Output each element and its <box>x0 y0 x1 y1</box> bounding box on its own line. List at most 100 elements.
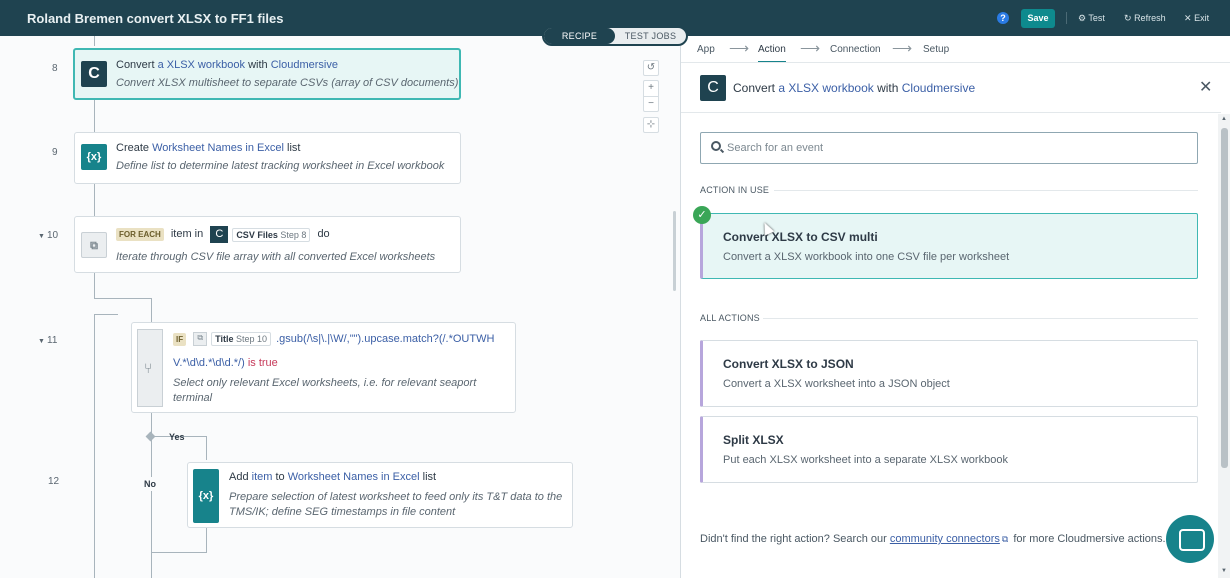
reset-view-icon[interactable]: ↺ <box>643 60 659 76</box>
step-title-text: list <box>283 142 301 154</box>
test-button[interactable]: ⚙ Test <box>1078 13 1105 24</box>
for-each-pill: FOR EACH <box>116 228 164 241</box>
help-icon[interactable]: ? <box>997 12 1009 24</box>
step-10-card[interactable]: ⧉ FOR EACH item in C CSV Files Step 8 do … <box>74 216 461 273</box>
step-number: 10 <box>47 230 59 241</box>
step-title-text: Add <box>229 471 252 483</box>
wizard-step-action[interactable]: Action <box>758 44 786 63</box>
yes-label: Yes <box>169 432 185 442</box>
collapse-caret-icon[interactable]: ▼ <box>38 338 45 345</box>
close-icon[interactable]: ✕ <box>1199 77 1212 97</box>
cloudmersive-logo-icon: C <box>210 226 229 243</box>
divider <box>1066 12 1067 24</box>
step-description: Iterate through CSV file array with all … <box>116 251 436 263</box>
action-card[interactable]: Split XLSX Put each XLSX worksheet into … <box>700 416 1198 483</box>
item-link[interactable]: item <box>252 471 273 483</box>
section-label-all-actions: ALL ACTIONS <box>700 313 760 323</box>
panel-title-text: Convert <box>733 81 779 95</box>
chat-launcher-icon[interactable] <box>1166 515 1214 563</box>
close-icon: ✕ <box>1184 13 1192 23</box>
collapse-caret-icon[interactable]: ▼ <box>38 233 45 240</box>
step-title-text: Create <box>116 142 153 154</box>
wizard-step-connection[interactable]: Connection <box>830 44 881 55</box>
cloudmersive-logo-icon: C <box>700 75 726 101</box>
datapill[interactable]: Title Step 10 <box>211 332 272 346</box>
zoom-out-icon[interactable]: − <box>643 96 659 112</box>
recipe-canvas[interactable]: 8 C Convert a XLSX workbook with Cloudme… <box>0 36 680 578</box>
connector <box>151 298 152 322</box>
step-description: Prepare selection of latest worksheet to… <box>229 491 563 518</box>
loop-icon: ⧉ <box>81 232 107 258</box>
step-title: IF ⧉ Title Step 10 .gsub(/\s|\.|\W/,"").u… <box>173 332 494 346</box>
connector <box>94 273 95 298</box>
step-title-text: Convert <box>116 59 158 71</box>
app-link[interactable]: Cloudmersive <box>902 81 975 95</box>
step-title-text: with <box>245 59 271 71</box>
variable-icon: {x} <box>81 144 107 170</box>
step-title: Convert a XLSX workbook with Cloudmersiv… <box>116 59 338 71</box>
zoom-in-icon[interactable]: + <box>643 80 659 96</box>
community-connectors-link[interactable]: community connectors <box>890 533 1000 545</box>
search-icon <box>711 141 721 151</box>
datapill-name: Title <box>215 334 234 344</box>
canvas-scrollbar[interactable] <box>673 211 676 291</box>
panel-title-text: with <box>873 81 902 95</box>
panel-scrollbar[interactable]: ▲ ▼ <box>1218 114 1230 578</box>
recipe-title: Roland Bremen convert XLSX to FF1 files <box>27 11 284 26</box>
refresh-button[interactable]: ↻ Refresh <box>1124 13 1166 24</box>
action-card[interactable]: Convert XLSX to JSON Convert a XLSX work… <box>700 340 1198 407</box>
action-name: Split XLSX <box>723 433 784 447</box>
branch-node <box>145 431 156 442</box>
divider <box>763 318 1198 319</box>
cloudmersive-logo-icon: C <box>81 61 107 87</box>
step-title-text: item in <box>170 228 204 241</box>
tab-recipe[interactable]: RECIPE <box>544 28 615 44</box>
branch-icon: ⑂ <box>144 360 153 376</box>
loop-icon: ⧉ <box>193 332 208 346</box>
condition-operator: is true <box>247 357 278 369</box>
datapill[interactable]: CSV Files Step 8 <box>232 227 311 242</box>
step-11-card[interactable]: ⑂ IF ⧉ Title Step 10 .gsub(/\s|\.|\W/,"")… <box>131 322 516 413</box>
step-description: Convert XLSX multisheet to separate CSVs… <box>116 77 459 89</box>
scroll-thumb[interactable] <box>1221 128 1228 468</box>
step-description: Select only relevant Excel worksheets, i… <box>173 377 477 404</box>
scroll-up-icon[interactable]: ▲ <box>1221 116 1227 122</box>
loop-connector <box>94 314 118 315</box>
footer-text: Didn't find the right action? Search our <box>700 533 890 545</box>
exit-button[interactable]: ✕ Exit <box>1184 13 1209 24</box>
fit-view-icon[interactable]: ⊹ <box>643 117 659 133</box>
tab-test-jobs[interactable]: TEST JOBS <box>615 28 686 44</box>
list-link[interactable]: Worksheet Names in Excel <box>152 142 284 154</box>
divider <box>681 62 1230 63</box>
step-9-card[interactable]: {x} Create Worksheet Names in Excel list… <box>74 132 461 184</box>
action-name: Convert XLSX to JSON <box>723 357 854 371</box>
app-link[interactable]: Cloudmersive <box>271 59 338 71</box>
action-in-use-card[interactable]: Convert XLSX to CSV multi Convert a XLSX… <box>700 213 1198 279</box>
step-title: FOR EACH item in C CSV Files Step 8 do <box>116 226 330 243</box>
section-label-in-use: ACTION IN USE <box>700 185 770 195</box>
action-description: Put each XLSX worksheet into a separate … <box>723 454 1008 466</box>
wizard-step-setup[interactable]: Setup <box>923 44 949 55</box>
connector <box>94 184 95 216</box>
search-input[interactable] <box>727 139 1187 157</box>
save-button[interactable]: Save <box>1021 9 1055 28</box>
datapill-name: CSV Files <box>236 229 278 240</box>
datapill-step: Step 10 <box>236 334 268 344</box>
datatree-link[interactable]: a XLSX workbook <box>778 81 873 95</box>
step-12-card[interactable]: {x} Add item to Worksheet Names in Excel… <box>187 462 573 528</box>
gear-icon: ⚙ <box>1078 13 1087 23</box>
scroll-down-icon[interactable]: ▼ <box>1221 568 1227 574</box>
wizard-step-app[interactable]: App <box>697 44 715 55</box>
list-link[interactable]: Worksheet Names in Excel <box>288 471 420 483</box>
step-8-card[interactable]: C Convert a XLSX workbook with Cloudmers… <box>73 48 461 100</box>
action-description: Convert a XLSX workbook into one CSV fil… <box>723 251 1010 263</box>
datatree-link[interactable]: a XLSX workbook <box>158 59 245 71</box>
footer-text: for more Cloudmersive actions. <box>1010 533 1166 545</box>
connector <box>206 528 207 553</box>
panel-title: Convert a XLSX workbook with Cloudmersiv… <box>733 81 975 95</box>
action-name: Convert XLSX to CSV multi <box>723 230 878 244</box>
arrow-right-icon: ⟶ <box>729 40 750 56</box>
step-title: Add item to Worksheet Names in Excel lis… <box>229 471 436 483</box>
branch-icon-box: ⑂ <box>137 329 163 407</box>
if-pill: IF <box>173 332 187 346</box>
